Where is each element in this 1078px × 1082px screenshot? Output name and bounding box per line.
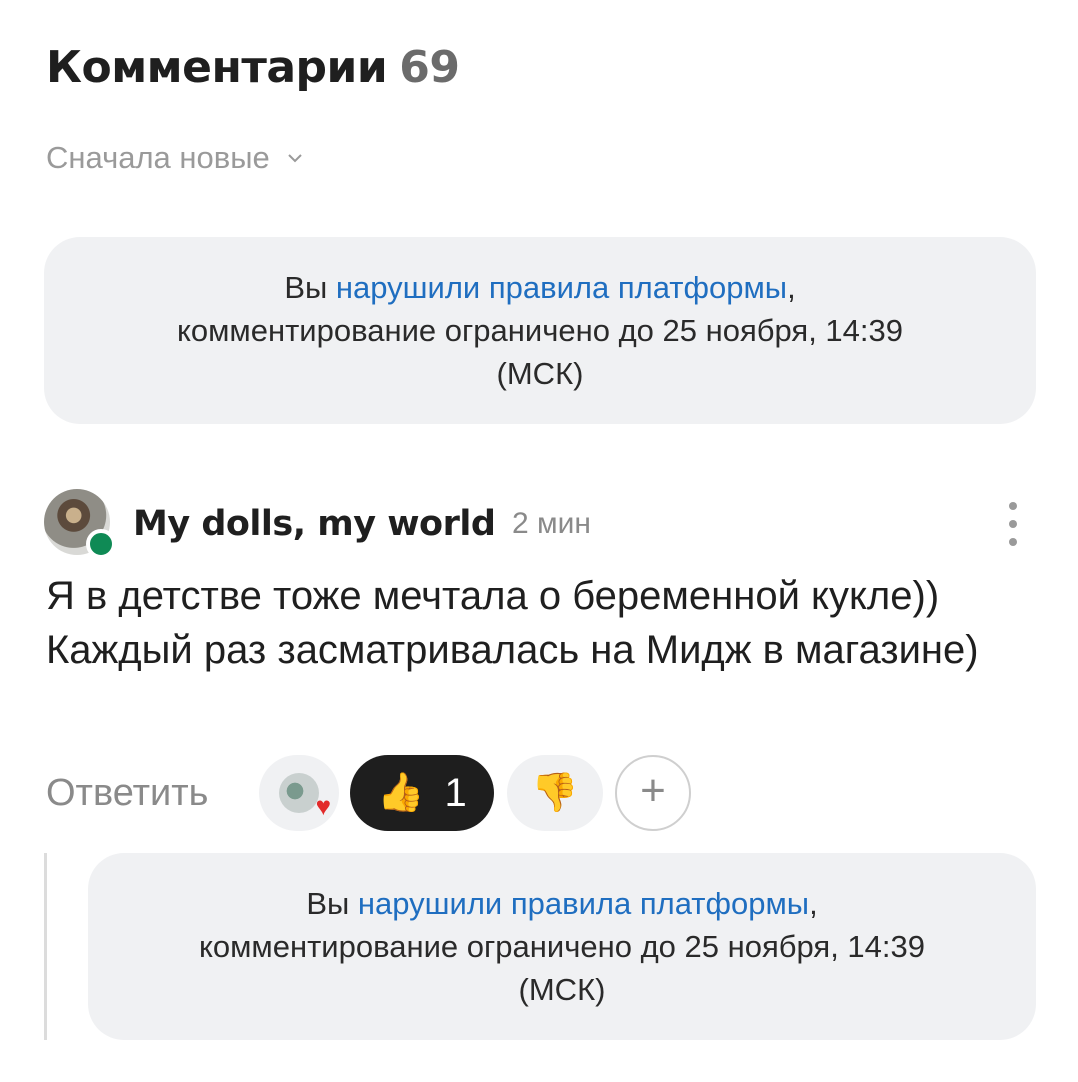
author-avatar[interactable] [44,489,116,559]
restriction-notice: Вы нарушили правила платформы, комментир… [44,237,1036,424]
comments-count: 69 [399,42,460,93]
reply-notice-line-2: комментирование ограничено до 25 ноября,… [198,929,926,964]
notice-line-3: (МСК) [496,356,584,391]
add-reaction-button[interactable]: + [615,755,691,831]
like-count: 1 [444,770,467,815]
comments-header: Комментарии 69 [46,38,460,98]
comments-title: Комментарии [46,42,388,93]
heart-icon: ♥ [315,791,331,821]
reply-restriction-notice: Вы нарушили правила платформы, комментир… [88,853,1036,1040]
reply-rules-link[interactable]: нарушили правила платформы [358,886,809,921]
reply-notice-line-3: (МСК) [518,972,606,1007]
online-indicator [86,529,116,559]
reply-notice-line-1: Вы нарушили правила платформы, [148,882,976,925]
rules-link[interactable]: нарушили правила платформы [336,270,787,305]
notice-suffix: , [787,270,796,305]
sort-dropdown[interactable]: Сначала новые [46,138,304,178]
reaction-avatar-chip[interactable]: ♥ [259,755,339,831]
notice-line-1: Вы нарушили правила платформы, [104,266,976,309]
dislike-reaction-button[interactable]: 👎 [507,755,603,831]
plus-icon: + [640,766,666,815]
more-options-icon[interactable] [998,502,1028,546]
comment-time: 2 мин [512,507,591,540]
reactor-avatar: ♥ [279,773,331,819]
chevron-down-icon [288,154,302,163]
reply-button[interactable]: Ответить [46,768,208,818]
notice-line-2: комментирование ограничено до 25 ноября,… [176,313,904,348]
reply-notice-prefix: Вы [306,886,358,921]
notice-prefix: Вы [284,270,336,305]
sort-label: Сначала новые [46,140,270,175]
reply-notice-suffix: , [809,886,818,921]
thread-line [44,853,47,1040]
author-name[interactable]: My dolls, my world [133,500,496,548]
thumbs-down-icon: 👎 [531,772,579,814]
comment-text: Я в детстве тоже мечтала о беременной ку… [46,574,979,672]
thumbs-up-icon: 👍 [377,772,425,814]
like-reaction-button[interactable]: 👍 1 [350,755,494,831]
